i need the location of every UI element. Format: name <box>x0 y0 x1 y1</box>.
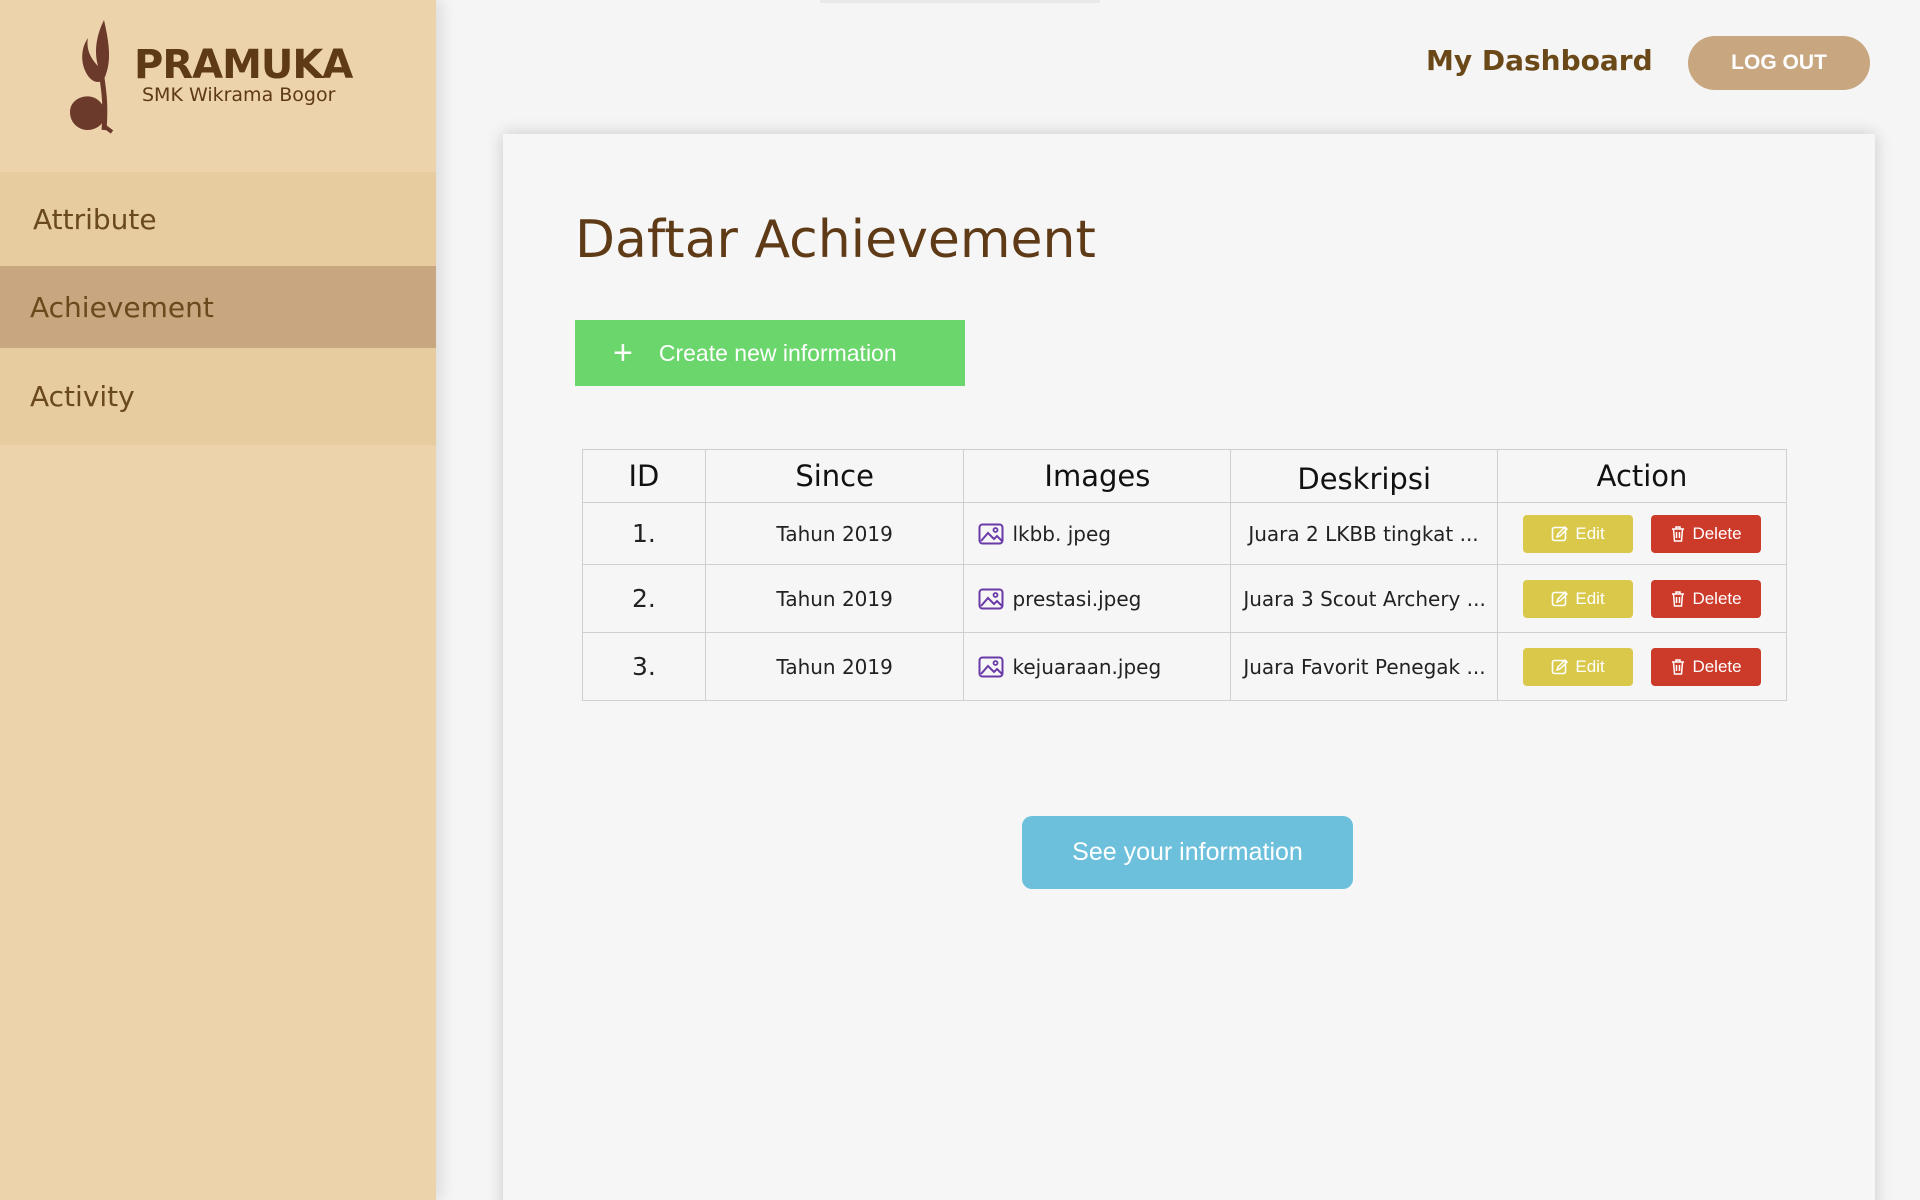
delete-label: Delete <box>1692 588 1742 608</box>
edit-button[interactable]: Edit <box>1523 579 1634 618</box>
main-card: Daftar Achievement + Create new informat… <box>503 134 1875 1200</box>
table-row: 2. Tahun 2019 prestasi.jpeg Juara 3 Scou… <box>582 564 1787 633</box>
delete-label: Delete <box>1692 523 1742 543</box>
sidebar-item-activity[interactable]: Activity <box>0 348 436 445</box>
column-header-action: Action <box>1497 449 1787 503</box>
edit-label: Edit <box>1575 588 1605 608</box>
sidebar-item-achievement[interactable]: Achievement <box>0 266 436 348</box>
see-information-button[interactable]: See your information <box>1022 816 1353 889</box>
column-header-id: ID <box>582 449 706 503</box>
image-filename[interactable]: kejuaraan.jpeg <box>1012 655 1161 679</box>
edit-label: Edit <box>1575 523 1605 543</box>
cell-image: lkbb. jpeg <box>963 502 1232 565</box>
cell-description: Juara 3 Scout Archery ... <box>1230 564 1499 633</box>
delete-button[interactable]: Delete <box>1651 514 1762 553</box>
edit-button[interactable]: Edit <box>1523 514 1634 553</box>
cell-id: 1. <box>582 502 706 565</box>
cell-image: kejuaraan.jpeg <box>963 632 1232 701</box>
page-title: Daftar Achievement <box>575 210 1096 270</box>
sidebar-nav: Attribute Achievement Activity <box>0 172 436 445</box>
cell-actions: Edit Delete <box>1497 564 1787 633</box>
edit-icon <box>1552 658 1569 674</box>
image-filename[interactable]: lkbb. jpeg <box>1012 522 1111 546</box>
cell-since: Tahun 2019 <box>704 564 965 633</box>
sidebar: PRAMUKA SMK Wikrama Bogor Attribute Achi… <box>0 0 436 1200</box>
plus-icon: + <box>613 334 633 372</box>
edit-label: Edit <box>1575 656 1605 676</box>
table-row: 3. Tahun 2019 kejuaraan.jpeg Juara Favor… <box>582 632 1787 701</box>
cell-actions: Edit Delete <box>1497 632 1787 701</box>
sidebar-item-attribute[interactable]: Attribute <box>0 172 436 266</box>
cell-since: Tahun 2019 <box>704 502 965 565</box>
sidebar-item-label: Attribute <box>33 202 157 236</box>
column-header-since: Since <box>704 449 965 503</box>
image-icon <box>978 656 1004 677</box>
column-header-images: Images <box>963 449 1232 503</box>
trash-icon <box>1672 658 1685 675</box>
delete-button[interactable]: Delete <box>1651 647 1762 686</box>
delete-label: Delete <box>1692 656 1742 676</box>
create-new-label: Create new information <box>658 339 897 366</box>
create-new-button[interactable]: + Create new information <box>575 320 965 386</box>
logout-button[interactable]: LOG OUT <box>1688 36 1870 90</box>
image-filename[interactable]: prestasi.jpeg <box>1012 587 1141 611</box>
table-header-row: ID Since Images Deskripsi Action <box>582 449 1787 503</box>
cell-image: prestasi.jpeg <box>963 564 1232 633</box>
image-icon <box>978 523 1004 544</box>
achievement-table: ID Since Images Deskripsi Action 1. Tahu… <box>582 449 1787 701</box>
trash-icon <box>1672 590 1685 607</box>
edit-icon <box>1552 525 1569 541</box>
cell-since: Tahun 2019 <box>704 632 965 701</box>
table-row: 1. Tahun 2019 lkbb. jpeg Juara 2 LKBB ti… <box>582 502 1787 565</box>
trash-icon <box>1672 525 1685 542</box>
image-icon <box>978 588 1004 609</box>
scout-flame-logo-icon <box>70 20 114 134</box>
brand-title: PRAMUKA <box>134 42 353 88</box>
brand-subtitle: SMK Wikrama Bogor <box>142 84 336 106</box>
cell-actions: Edit Delete <box>1497 502 1787 565</box>
cell-description: Juara 2 LKBB tingkat ... <box>1230 502 1499 565</box>
delete-button[interactable]: Delete <box>1651 579 1762 618</box>
column-header-deskripsi: Deskripsi <box>1230 449 1499 503</box>
cell-description: Juara Favorit Penegak ... <box>1230 632 1499 701</box>
sidebar-item-label: Achievement <box>30 290 214 324</box>
dashboard-link[interactable]: My Dashboard <box>1426 44 1653 77</box>
edit-button[interactable]: Edit <box>1523 647 1634 686</box>
sidebar-item-label: Activity <box>30 380 135 413</box>
cell-id: 3. <box>582 632 706 701</box>
edit-icon <box>1552 590 1569 606</box>
cell-id: 2. <box>582 564 706 633</box>
brand-logo[interactable]: PRAMUKA SMK Wikrama Bogor <box>68 18 368 136</box>
top-divider <box>820 0 1100 3</box>
